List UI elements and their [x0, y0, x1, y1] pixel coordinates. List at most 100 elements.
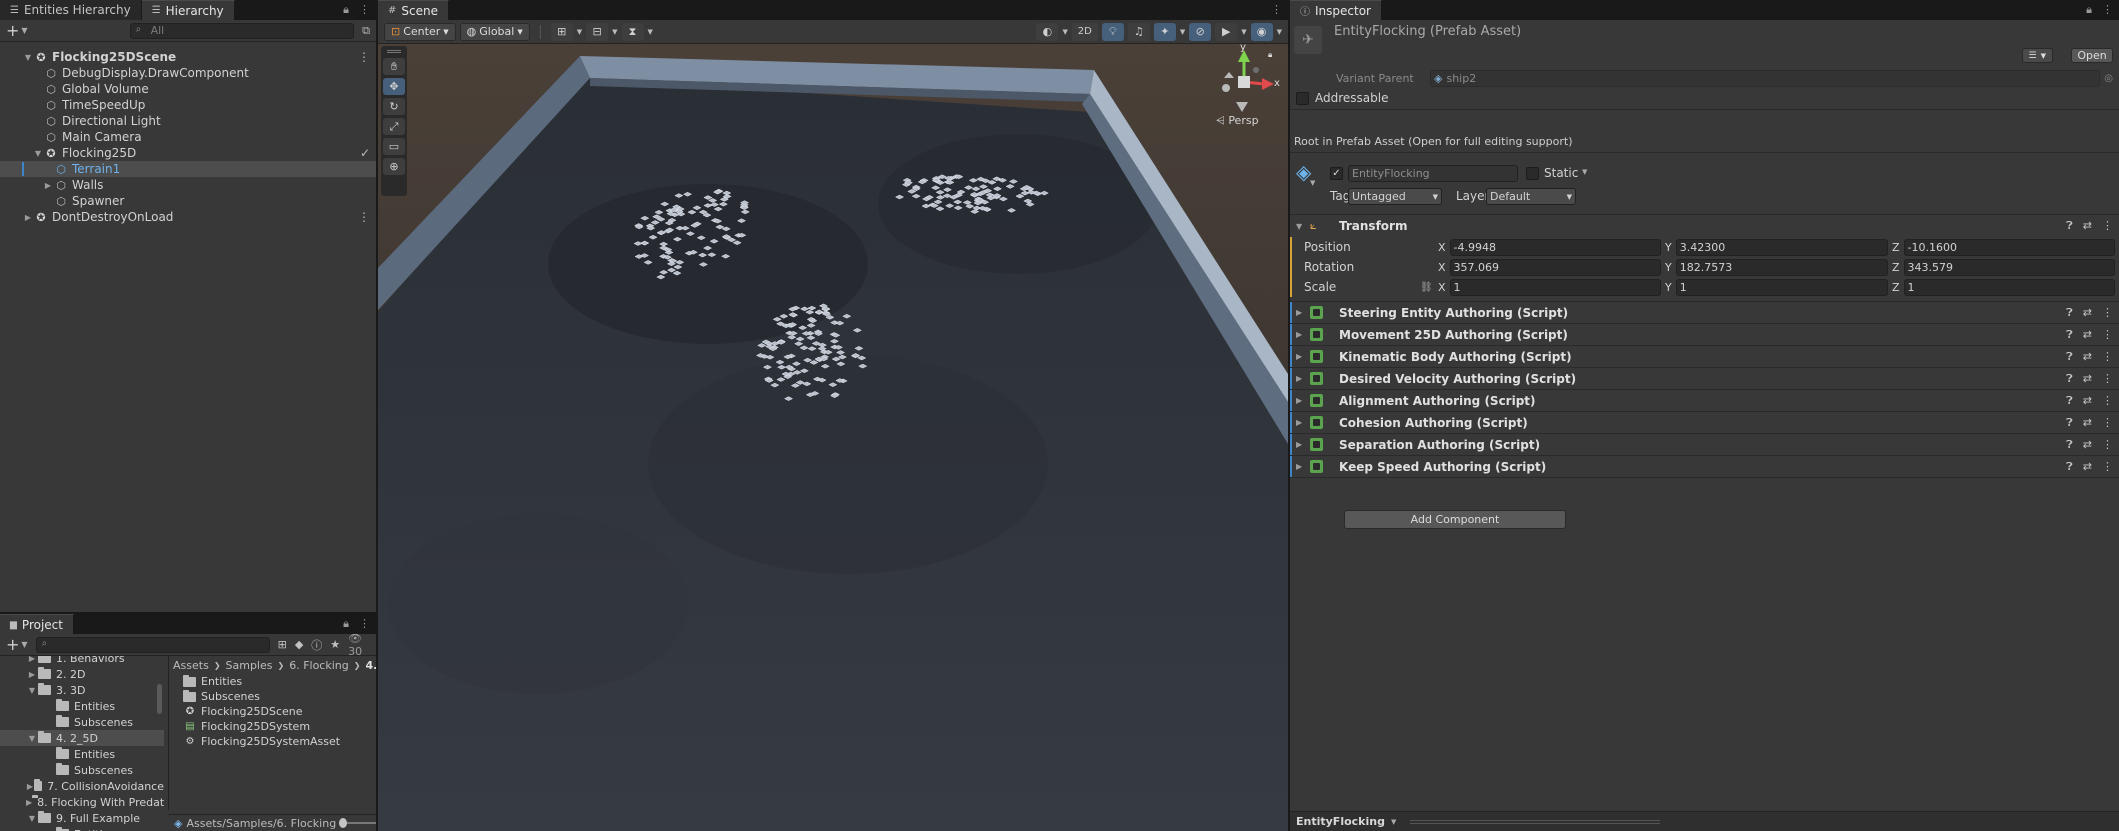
search-by-type-icon[interactable]: ⊞ [278, 638, 287, 651]
effects-toggle-icon[interactable]: ✦ [1153, 22, 1176, 41]
preset-icon[interactable]: ⇄ [2083, 219, 2092, 233]
info-icon[interactable]: ⓘ [311, 637, 322, 653]
chevron-down-icon[interactable]: ▼ [1062, 28, 1067, 36]
hidden-packages-icon[interactable]: 👁︎30 [348, 632, 370, 658]
project-search-input[interactable]: ⌕ [35, 636, 270, 653]
object-picker-icon[interactable]: ◎ [2104, 73, 2113, 84]
orientation-gizmo[interactable]: y x 🔒︎ ⩤ Persp [1204, 44, 1280, 128]
help-icon[interactable]: ❓︎ [2066, 328, 2073, 342]
camera-settings-icon[interactable]: ▶ [1215, 22, 1238, 41]
hierarchy-search-input[interactable]: ⌕ All [129, 22, 355, 39]
chevron-down-icon[interactable]: ▼ [612, 28, 617, 36]
search-by-label-icon[interactable]: ◆ [295, 638, 303, 651]
rect-tool-icon[interactable]: ▭ [383, 138, 405, 155]
component-header[interactable]: ▶ Keep Speed Authoring (Script) ❓︎ ⇄ ⋮ [1290, 455, 2119, 477]
transform-scale-z-field[interactable]: 1 [1903, 278, 2115, 296]
tab-entities-hierarchy[interactable]: ☰ Entities Hierarchy [0, 0, 142, 20]
more-menu-icon[interactable]: ⋮ [2102, 328, 2113, 342]
foldout-collapsed-icon[interactable]: ▶ [26, 670, 38, 679]
transform-rotation-z-field[interactable]: 343.579 [1903, 258, 2115, 276]
move-tool-icon[interactable]: ✥ [383, 78, 405, 95]
chevron-down-icon[interactable]: ▼ [1241, 28, 1246, 36]
chevron-down-icon[interactable]: ▼ [1582, 168, 1587, 176]
project-file-item[interactable]: ✪ Flocking25DScene [183, 704, 376, 719]
component-header[interactable]: ▶ Alignment Authoring (Script) ❓︎ ⇄ ⋮ [1290, 389, 2119, 411]
icon-size-slider[interactable] [338, 818, 376, 828]
transform-position-z-field[interactable]: -10.1600 [1903, 238, 2115, 256]
gizmos-toggle-icon[interactable]: ◉ [1250, 22, 1273, 41]
add-icon[interactable]: + [6, 21, 19, 40]
project-file-item[interactable]: ▤ Flocking25DSystem [183, 719, 376, 734]
foldout-expanded-icon[interactable]: ▼ [32, 149, 44, 158]
hierarchy-item[interactable]: ▶ ⬡ Walls [0, 177, 376, 193]
transform-position-y-field[interactable]: 3.42300 [1675, 238, 1888, 256]
lock-icon[interactable]: 🔒︎ [343, 617, 349, 631]
foldout-collapsed-icon[interactable]: ▶ [22, 213, 34, 222]
foldout-collapsed-icon[interactable]: ▶ [1296, 308, 1310, 317]
component-header[interactable]: ▶ Separation Authoring (Script) ❓︎ ⇄ ⋮ [1290, 433, 2119, 455]
pivot-rotation-dropdown[interactable]: ◍ Global ▼ [459, 22, 530, 41]
hierarchy-item[interactable]: ⬡ Terrain1 [0, 161, 376, 177]
hierarchy-item[interactable]: ⬡ TimeSpeedUp [0, 97, 376, 113]
tab-inspector[interactable]: ⓘ Inspector [1290, 0, 1382, 20]
more-menu-icon[interactable]: ⋮ [2102, 438, 2113, 452]
breadcrumb-item[interactable]: Samples [226, 659, 273, 672]
tab-scene[interactable]: # Scene [378, 0, 449, 20]
project-file-item[interactable]: Subscenes [183, 689, 376, 704]
project-tree-item[interactable]: ▶ 8. Flocking With Predator [0, 794, 164, 810]
preset-icon[interactable]: ⇄ [2083, 416, 2092, 430]
more-menu-icon[interactable]: ⋮ [2102, 394, 2113, 408]
scene-viewport[interactable]: ✋︎ ✥ ↻ ⤢ ▭ ⊕ y x 🔒︎ ⩤ Persp [378, 44, 1288, 831]
project-tree-item[interactable]: Entities [0, 746, 164, 762]
help-icon[interactable]: ❓︎ [2066, 460, 2073, 474]
preview-resize-handle[interactable] [1410, 819, 1661, 824]
axis-z-label[interactable]: Z [1892, 281, 1900, 294]
foldout-expanded-icon[interactable]: ▼ [26, 734, 38, 743]
foldout-collapsed-icon[interactable]: ▶ [26, 782, 34, 791]
axis-x-label[interactable]: X [1438, 281, 1446, 294]
transform-rotation-x-field[interactable]: 357.069 [1449, 258, 1661, 276]
preset-icon[interactable]: ⇄ [2083, 394, 2092, 408]
foldout-collapsed-icon[interactable]: ▶ [1296, 462, 1310, 471]
foldout-collapsed-icon[interactable]: ▶ [1296, 374, 1310, 383]
add-component-button[interactable]: Add Component [1344, 510, 1566, 529]
project-tree-item[interactable]: ▼ 9. Full Example [0, 810, 164, 826]
tab-project[interactable]: ▆ Project [0, 614, 74, 634]
draw-mode-icon[interactable]: ◐ [1036, 22, 1059, 41]
static-checkbox[interactable] [1526, 167, 1539, 180]
project-tree-item[interactable]: Subscenes [0, 762, 164, 778]
preset-icon[interactable]: ⇄ [2083, 350, 2092, 364]
project-tree-item[interactable]: ▶ 1. Behaviors [0, 656, 164, 666]
foldout-expanded-icon[interactable]: ▼ [26, 686, 38, 695]
hierarchy-item[interactable]: ▶ ✪ DontDestroyOnLoad ⋮ [0, 209, 376, 225]
transform-tool-icon[interactable]: ⊕ [383, 158, 405, 175]
more-menu-icon[interactable]: ⋮ [2102, 3, 2113, 17]
foldout-collapsed-icon[interactable]: ▶ [1296, 330, 1310, 339]
chevron-down-icon[interactable]: ▼ [577, 28, 582, 36]
gizmo-lock-icon[interactable]: 🔒︎ [1268, 50, 1272, 60]
mode-2d-toggle[interactable]: 2D [1071, 22, 1098, 41]
project-file-item[interactable]: Entities [183, 674, 376, 689]
more-menu-icon[interactable]: ⋮ [358, 210, 370, 224]
hierarchy-item[interactable]: ⬡ Directional Light [0, 113, 376, 129]
foldout-collapsed-icon[interactable]: ▶ [1296, 418, 1310, 427]
project-tree-item[interactable]: ▼ 3. 3D [0, 682, 164, 698]
scale-tool-icon[interactable]: ⤢ [383, 118, 405, 135]
help-icon[interactable]: ❓︎ [2066, 372, 2073, 386]
breadcrumb-item[interactable]: 4. 2_5D [365, 659, 376, 672]
project-file-item[interactable]: ⚙ Flocking25DSystemAsset [183, 734, 376, 749]
preset-icon[interactable]: ⇄ [2083, 372, 2092, 386]
hierarchy-item[interactable]: ⬡ Spawner [0, 193, 376, 209]
more-menu-icon[interactable]: ⋮ [2102, 372, 2113, 386]
project-tree-item[interactable]: ▼ 4. 2_5D [0, 730, 164, 746]
axis-z-label[interactable]: Z [1892, 261, 1900, 274]
tag-dropdown[interactable]: Untagged ▼ [1348, 188, 1442, 205]
chevron-down-icon[interactable]: ▼ [1180, 28, 1185, 36]
foldout-collapsed-icon[interactable]: ▶ [26, 656, 38, 663]
project-tree-item[interactable]: Entities [0, 698, 164, 714]
transform-header[interactable]: ▼ ⟀ Transform ❓︎ ⇄ ⋮ [1290, 215, 2119, 237]
foldout-expanded-icon[interactable]: ▼ [1296, 222, 1310, 231]
projection-toggle[interactable]: ⩤ Persp [1216, 114, 1259, 128]
preset-icon[interactable]: ⇄ [2083, 306, 2092, 320]
hand-tool-icon[interactable]: ✋︎ [383, 58, 405, 75]
